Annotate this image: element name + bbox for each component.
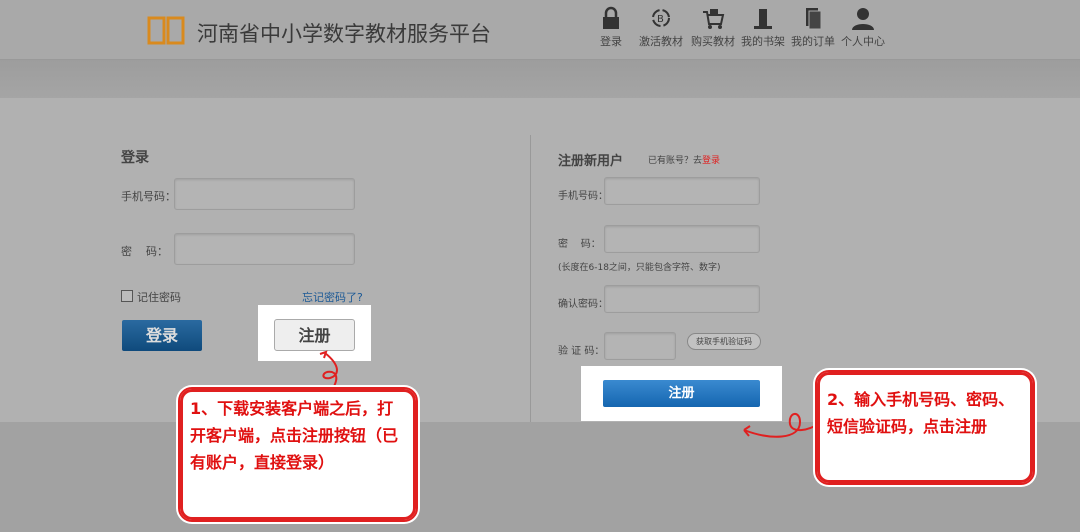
login-password-input[interactable] [174, 233, 355, 265]
code-label: 验 证 码： [558, 346, 605, 357]
password-hint: (长度在6-18之间，只能包含字符、数字) [558, 263, 721, 273]
has-account-text: 已有账号？去登录 [648, 156, 721, 166]
nav-buy[interactable]: 购买教材 [688, 6, 738, 50]
svg-text:B: B [657, 14, 664, 25]
nav-login[interactable]: 登录 [593, 6, 629, 50]
arrow-curl-icon [319, 350, 338, 391]
lock-icon [603, 6, 619, 29]
login-button[interactable]: 登录 [122, 320, 202, 351]
register-button-login-panel[interactable]: 注册 [274, 319, 355, 351]
order-icon [806, 8, 822, 30]
reg-password-label: 密 码： [558, 239, 601, 250]
nav-activate[interactable]: B 激活教材 [636, 6, 686, 50]
login-phone-input[interactable] [174, 178, 355, 210]
register-title: 注册新用户 [558, 154, 624, 169]
annotation-step-2: 2、输入手机号码、密码、短信验证码，点击注册 [815, 370, 1035, 485]
phone-label: 手机号码： [121, 190, 176, 203]
divider [530, 135, 531, 422]
remember-label: 记住密码 [137, 291, 181, 304]
arrow-curl-icon [743, 413, 819, 438]
reg-phone-input[interactable] [604, 177, 760, 205]
confirm-label: 确认密码： [558, 299, 608, 310]
code-input[interactable] [604, 332, 676, 360]
confirm-password-input[interactable] [604, 285, 760, 313]
activate-icon: B [652, 9, 670, 27]
reg-password-input[interactable] [604, 225, 760, 253]
header-band [0, 60, 1080, 98]
user-icon [852, 8, 874, 30]
nav-orders[interactable]: 我的订单 [788, 6, 838, 50]
bookshelf-icon [754, 9, 772, 29]
register-button[interactable]: 注册 [603, 380, 760, 407]
reg-phone-label: 手机号码： [558, 191, 608, 202]
forgot-password-link[interactable]: 忘记密码了? [302, 289, 363, 305]
nav-profile[interactable]: 个人中心 [838, 6, 888, 50]
login-title: 登录 [121, 150, 149, 166]
go-login-link[interactable]: 登录 [702, 156, 720, 166]
password-label: 密 码： [121, 245, 168, 258]
nav-bookshelf[interactable]: 我的书架 [738, 6, 788, 50]
site-title: 河南省中小学数字教材服务平台 [197, 22, 491, 46]
book-logo-icon [147, 16, 185, 45]
cart-icon [703, 9, 725, 29]
annotation-step-1: 1、下载安装客户端之后，打开客户端，点击注册按钮（已有账户，直接登录） [178, 387, 418, 522]
get-code-button[interactable]: 获取手机验证码 [687, 333, 761, 350]
remember-checkbox[interactable] [121, 290, 133, 302]
